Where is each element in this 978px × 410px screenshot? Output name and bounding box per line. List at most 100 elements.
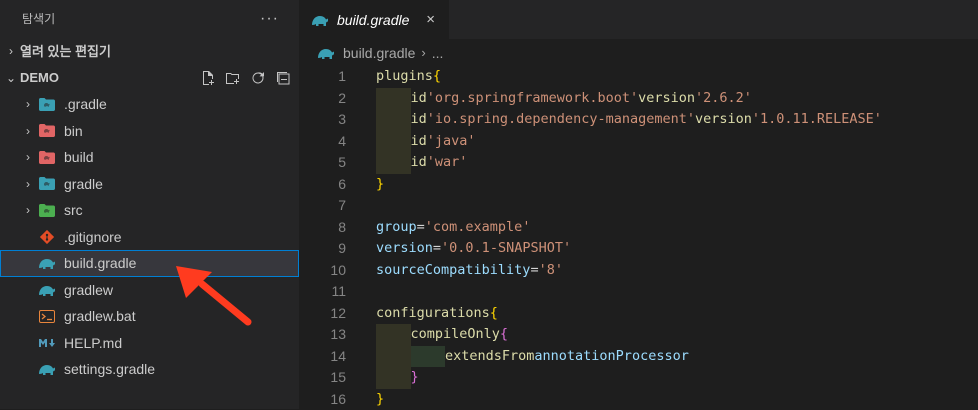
open-editors-label: 열려 있는 편집기 (20, 41, 111, 60)
line-number: 13 (299, 324, 346, 346)
tree-item-label: .gradle (64, 96, 107, 112)
tree-item-build-gradle[interactable]: build.gradle (0, 250, 299, 277)
tree-item-gradlew-bat[interactable]: gradlew.bat (0, 303, 299, 330)
tree-item-src[interactable]: ›src (0, 197, 299, 224)
tree-item-bin[interactable]: ›bin (0, 118, 299, 145)
code-token: { (490, 303, 498, 325)
code-line: 8group = 'com.example' (299, 217, 978, 239)
line-number: 9 (299, 238, 346, 260)
tree-item-gradle[interactable]: ›.gradle (0, 91, 299, 118)
code-line: 16} (299, 389, 978, 410)
code-token: 'war' (427, 152, 468, 174)
code-token: plugins (376, 66, 433, 88)
tree-item-settings-gradle[interactable]: settings.gradle (0, 356, 299, 383)
explorer-title: 탐색기 (22, 10, 55, 27)
chevron-right-icon: › (2, 44, 20, 58)
code-line: 4id 'java' (299, 131, 978, 153)
new-file-icon[interactable] (200, 70, 216, 86)
line-number: 7 (299, 195, 346, 217)
tree-item-label: gradle (64, 176, 103, 192)
line-number: 4 (299, 131, 346, 153)
code-line: 6} (299, 174, 978, 196)
tree-item-gradlew[interactable]: gradlew (0, 277, 299, 304)
code-token: 'com.example' (425, 217, 531, 239)
file-tree: ›.gradle›bin›build›gradle›src.gitignoreb… (0, 91, 299, 383)
code-line: 7 (299, 195, 978, 217)
chevron-right-icon: › (20, 124, 36, 138)
breadcrumb-symbols[interactable]: ... (432, 45, 444, 61)
indent-guide (376, 88, 411, 110)
project-label: DEMO (20, 70, 59, 85)
indent-guide (376, 131, 411, 153)
code-token: { (433, 66, 441, 88)
src-folder-icon (38, 202, 56, 218)
tree-item-label: gradlew.bat (64, 308, 136, 324)
code-token: = (433, 238, 441, 260)
code-token: = (530, 260, 538, 282)
line-number: 1 (299, 66, 346, 88)
code-line: 10sourceCompatibility = '8' (299, 260, 978, 282)
markdown-icon (38, 335, 56, 351)
indent-guide (376, 346, 411, 368)
editor-area: build.gradle × build.gradle › ... 1 plugi… (299, 0, 978, 409)
code-token: '8' (539, 260, 563, 282)
bin-folder-icon (38, 123, 56, 139)
indent-guide (376, 324, 411, 346)
code-token: '0.0.1-SNAPSHOT' (441, 238, 571, 260)
code-editor[interactable]: 1 plugins { 2id 'org.springframework.boot… (299, 66, 978, 410)
close-icon[interactable]: × (426, 11, 435, 28)
tree-item-help-md[interactable]: HELP.md (0, 330, 299, 357)
code-line: 3id 'io.spring.dependency-management' ve… (299, 109, 978, 131)
code-token: version (638, 88, 695, 110)
tree-item-label: build.gradle (64, 255, 136, 271)
tab-build-gradle[interactable]: build.gradle × (299, 0, 449, 39)
refresh-icon[interactable] (250, 70, 266, 86)
tree-item-gradle[interactable]: › gradle (0, 171, 299, 198)
chevron-right-icon: › (20, 203, 36, 217)
breadcrumb: build.gradle › ... (299, 39, 978, 66)
code-token: id (411, 109, 427, 131)
breadcrumb-separator: › (421, 45, 425, 60)
tab-label: build.gradle (337, 12, 409, 28)
line-number: 10 (299, 260, 346, 282)
code-token: id (411, 131, 427, 153)
code-line: 14extendsFrom annotationProcessor (299, 346, 978, 368)
code-token: = (417, 217, 425, 239)
chevron-down-icon: ⌄ (2, 71, 20, 85)
explorer-header: 탐색기 ··· (0, 0, 299, 37)
code-token: } (411, 367, 419, 389)
tree-item-gitignore[interactable]: .gitignore (0, 224, 299, 251)
code-line: 12configurations { (299, 303, 978, 325)
code-token: { (500, 324, 508, 346)
chevron-right-icon: › (20, 150, 36, 164)
gradle-elephant-icon (317, 46, 335, 60)
code-line: 13compileOnly { (299, 324, 978, 346)
more-actions-icon[interactable]: ··· (260, 10, 279, 28)
tree-item-build[interactable]: ›build (0, 144, 299, 171)
tree-item-label: gradlew (64, 282, 113, 298)
project-section[interactable]: ⌄ DEMO (0, 64, 299, 91)
gradle-elephant-icon (311, 13, 329, 27)
code-token: 'io.spring.dependency-management' (427, 109, 695, 131)
line-number: 16 (299, 389, 346, 410)
gradle-elephant-icon (38, 255, 56, 271)
line-number: 12 (299, 303, 346, 325)
line-number: 11 (299, 281, 346, 303)
indent-guide (376, 367, 411, 389)
code-token: id (411, 152, 427, 174)
collapse-all-icon[interactable] (275, 70, 291, 86)
new-folder-icon[interactable] (225, 70, 241, 86)
gradle-folder-icon (38, 176, 56, 192)
open-editors-section[interactable]: › 열려 있는 편집기 (0, 37, 299, 64)
line-number: 15 (299, 367, 346, 389)
gradle-elephant-icon (38, 361, 56, 377)
code-token: version (695, 109, 752, 131)
explorer-sidebar: 탐색기 ··· › 열려 있는 편집기 ⌄ DEMO ›.gradle›bin›… (0, 0, 299, 409)
code-line: 2id 'org.springframework.boot' version '… (299, 88, 978, 110)
code-token: 'org.springframework.boot' (427, 88, 638, 110)
code-token: group (376, 217, 417, 239)
breadcrumb-file[interactable]: build.gradle (343, 45, 415, 61)
code-line: 15} (299, 367, 978, 389)
code-token: id (411, 88, 427, 110)
chevron-right-icon: › (20, 177, 36, 191)
